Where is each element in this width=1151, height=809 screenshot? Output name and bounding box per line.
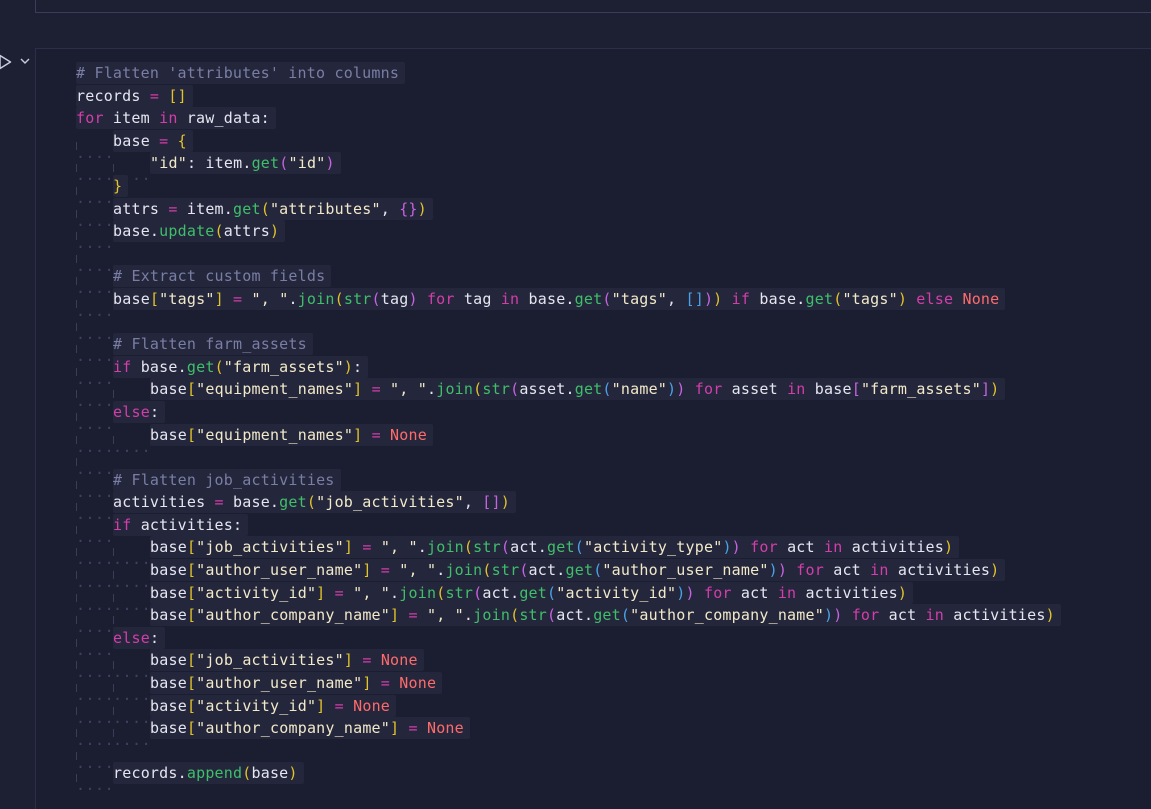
code-line: base["activity_id"] = None — [76, 694, 1061, 733]
code-text: # Extract custom fields — [113, 265, 332, 288]
code-line: base["author_company_name"] = ", ".join(… — [76, 604, 1061, 643]
code-text: else: — [113, 626, 166, 649]
code-text: # Flatten job_activities — [113, 468, 341, 491]
code-line: records.append(base) — [76, 762, 1061, 801]
previous-cell-output — [35, 0, 1151, 13]
code-line: attrs = item.get("attributes", {}) — [76, 197, 1061, 236]
code-line: # Flatten farm_assets — [76, 333, 1061, 372]
code-text: else: — [113, 400, 166, 423]
code-line: } — [76, 174, 1061, 214]
code-line: base["activity_id"] = ", ".join(str(act.… — [76, 581, 1061, 620]
code-editor[interactable]: # Flatten 'attributes' into columns reco… — [76, 62, 1061, 801]
code-text: base = { — [113, 129, 193, 152]
code-text: base["job_activities"] = None — [150, 649, 424, 672]
code-text: base["activity_id"] = ", ".join(str(act.… — [150, 581, 914, 604]
code-line — [76, 311, 1061, 349]
code-line: base = { — [76, 129, 1061, 168]
code-line: activities = base.get("job_activities", … — [76, 491, 1061, 530]
code-line: base["tags"] = ", ".join(str(tag) for ta… — [76, 287, 1061, 327]
code-text: records.append(base) — [113, 762, 304, 785]
run-cell-button[interactable] — [0, 53, 13, 71]
code-line: "id": item.get("id") — [76, 152, 1061, 191]
code-text: base["activity_id"] = None — [150, 694, 397, 717]
code-text: base["author_user_name"] = None — [150, 672, 443, 695]
code-line: # Flatten job_activities — [76, 468, 1061, 507]
code-line — [76, 740, 1061, 778]
code-text: base.update(attrs) — [113, 220, 286, 243]
code-line: base["job_activities"] = ", ".join(str(a… — [76, 536, 1061, 575]
code-line: base["job_activities"] = None — [76, 649, 1061, 688]
code-text: # Flatten farm_assets — [113, 333, 313, 356]
code-line: base["author_user_name"] = ", ".join(str… — [76, 559, 1061, 598]
code-line: base["equipment_names"] = ", ".join(str(… — [76, 378, 1061, 417]
code-line: # Extract custom fields — [76, 265, 1061, 304]
code-line: # Flatten 'attributes' into columns — [76, 62, 1061, 85]
code-line: else: — [76, 400, 1061, 440]
code-line: base["author_user_name"] = None — [76, 672, 1061, 711]
code-text: # Flatten 'attributes' into columns — [76, 62, 406, 84]
code-line — [76, 446, 1061, 485]
collapse-cell-button[interactable] — [18, 54, 32, 68]
code-line: if activities: — [76, 513, 1061, 552]
code-text: base["equipment_names"] = None — [150, 423, 433, 446]
code-text: base["author_user_name"] = ", ".join(str… — [150, 559, 1006, 582]
code-line: records = [] — [76, 84, 1061, 108]
code-text: attrs = item.get("attributes", {}) — [113, 197, 433, 220]
code-text: base["equipment_names"] = ", ".join(str(… — [150, 378, 1006, 401]
code-text: base["author_company_name"] = ", ".join(… — [150, 604, 1061, 627]
code-line: if base.get("farm_assets"): — [76, 355, 1061, 394]
code-text: for item in raw_data: — [76, 107, 276, 130]
code-line: else: — [76, 626, 1061, 665]
code-line: for item in raw_data: — [76, 107, 1061, 130]
code-text: } — [113, 174, 129, 197]
code-text: records = [] — [76, 84, 193, 107]
code-text: base["job_activities"] = ", ".join(str(a… — [150, 536, 960, 559]
code-text: activities = base.get("job_activities", … — [113, 491, 516, 514]
code-text: if base.get("farm_assets"): — [113, 355, 369, 378]
code-text: base["tags"] = ", ".join(str(tag) for ta… — [113, 287, 1006, 310]
code-line: base["equipment_names"] = None — [76, 423, 1061, 462]
run-triangle-icon — [0, 54, 12, 70]
code-line: base["author_company_name"] = None — [76, 717, 1061, 756]
code-line: base.update(attrs) — [76, 220, 1061, 259]
chevron-down-icon — [20, 58, 30, 64]
code-line — [76, 243, 1061, 281]
code-text: base["author_company_name"] = None — [150, 717, 470, 740]
code-text: if activities: — [113, 513, 249, 536]
code-text: "id": item.get("id") — [150, 152, 341, 175]
